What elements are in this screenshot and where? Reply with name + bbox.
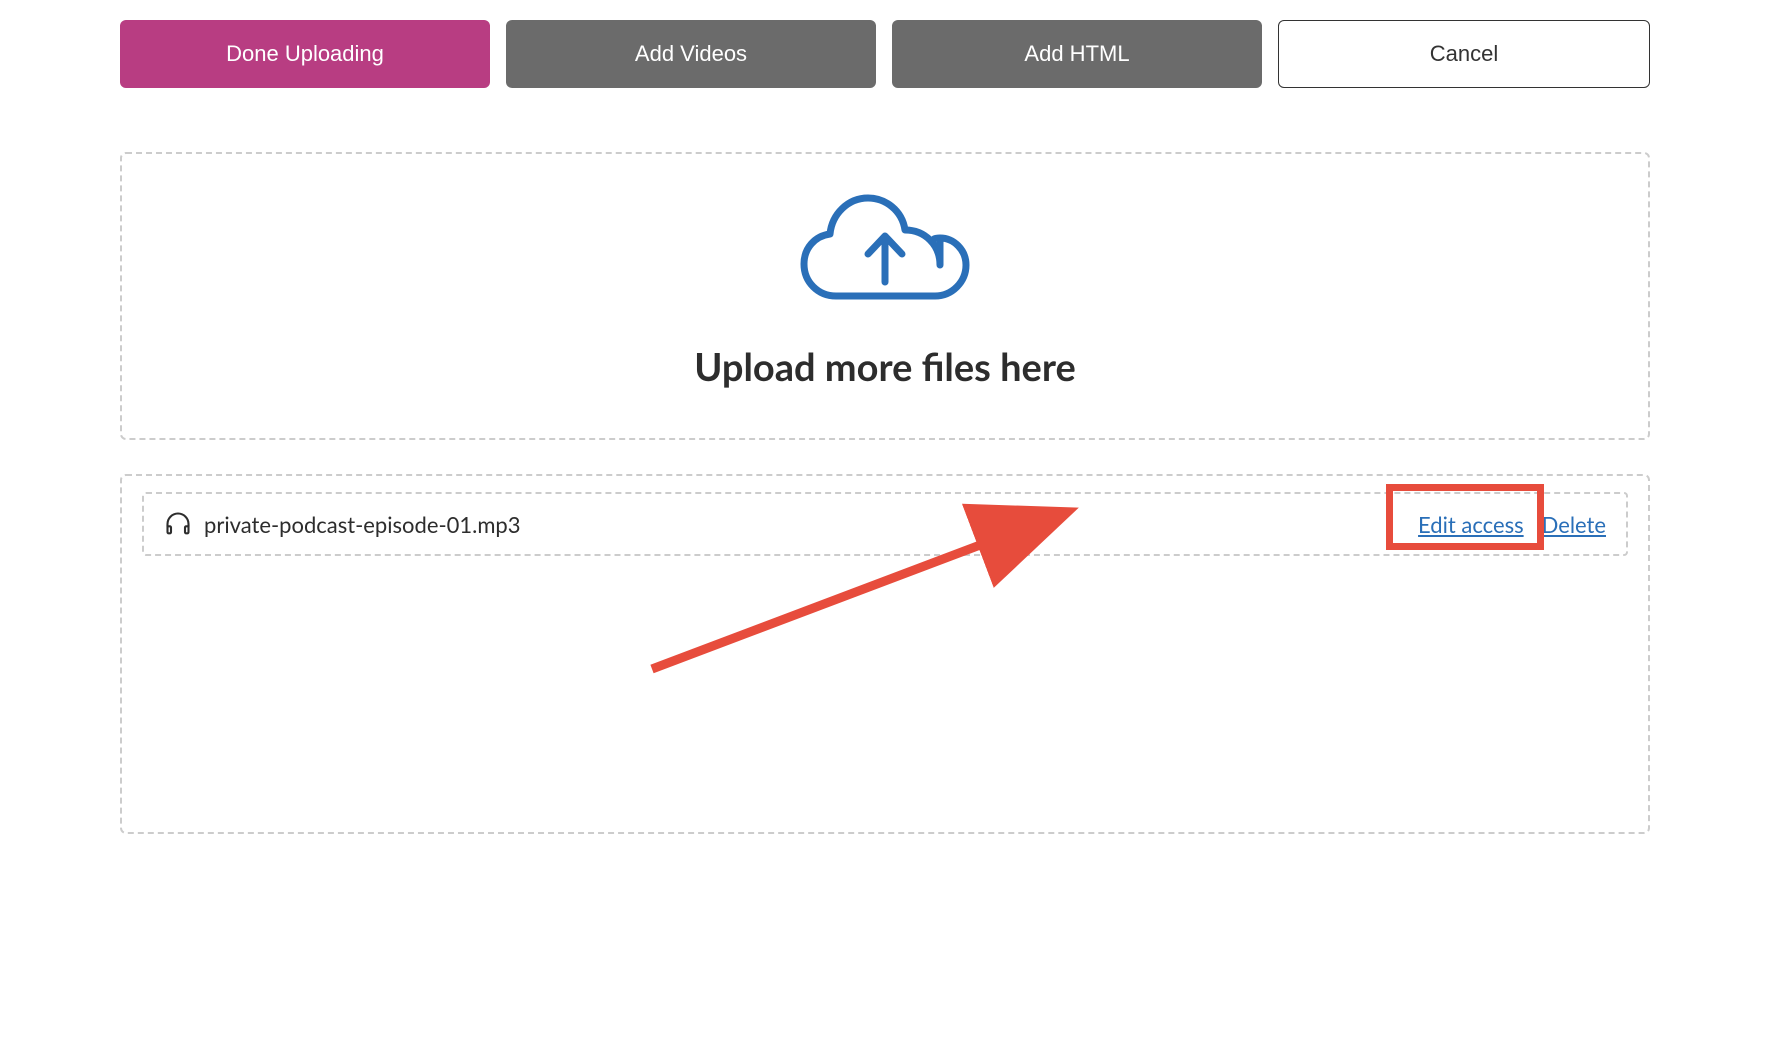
file-row: private-podcast-episode-01.mp3 Edit acce… [142, 492, 1628, 556]
toolbar: Done Uploading Add Videos Add HTML Cance… [120, 20, 1650, 88]
headphones-icon [164, 510, 192, 538]
add-html-button[interactable]: Add HTML [892, 20, 1262, 88]
edit-access-link[interactable]: Edit access [1418, 511, 1524, 538]
file-name: private-podcast-episode-01.mp3 [204, 511, 1418, 538]
cancel-button[interactable]: Cancel [1278, 20, 1650, 88]
cloud-upload-icon [790, 190, 980, 324]
dropzone-title: Upload more files here [142, 344, 1628, 390]
add-videos-button[interactable]: Add Videos [506, 20, 876, 88]
done-uploading-button[interactable]: Done Uploading [120, 20, 490, 88]
upload-dropzone[interactable]: Upload more files here [120, 152, 1650, 440]
delete-link[interactable]: Delete [1542, 511, 1606, 538]
file-actions: Edit access Delete [1418, 511, 1606, 538]
file-list: private-podcast-episode-01.mp3 Edit acce… [120, 474, 1650, 834]
